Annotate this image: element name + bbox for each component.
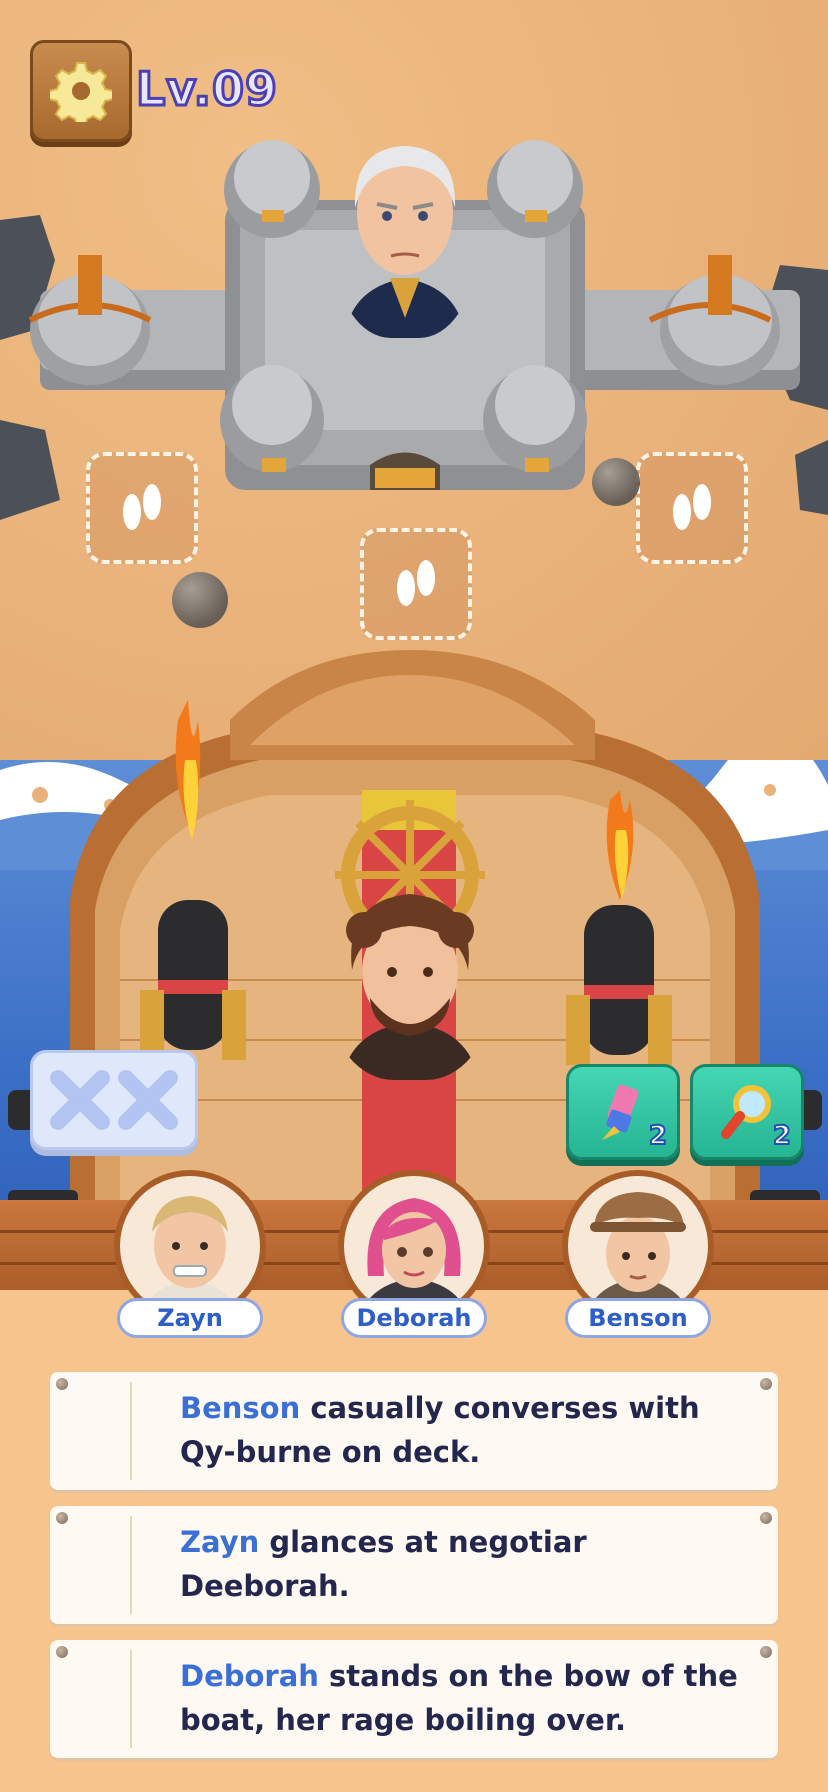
eraser-icon xyxy=(602,1084,639,1140)
character-benson[interactable]: Benson xyxy=(558,1170,718,1338)
cross-mark-icon xyxy=(50,1070,110,1130)
magnifier-icon xyxy=(721,1085,771,1139)
settings-button[interactable] xyxy=(30,40,132,142)
game-scene: Lv.09 2 2 Zayn Deborah Benson Benson cas… xyxy=(0,0,828,1792)
clue-character-name: Deborah xyxy=(180,1659,319,1693)
eraser-tool-button[interactable]: 2 xyxy=(566,1064,680,1160)
character-name: Zayn xyxy=(117,1298,263,1338)
footprint-tile-center[interactable] xyxy=(360,528,472,640)
character-deborah[interactable]: Deborah xyxy=(334,1170,494,1338)
clue-card: Zayn glances at negotiar Deeborah. xyxy=(50,1506,778,1624)
footprints-icon xyxy=(123,484,161,530)
cannonball xyxy=(172,572,228,628)
magnifier-tool-button[interactable]: 2 xyxy=(690,1064,804,1160)
gear-icon xyxy=(50,62,112,122)
footprints-icon xyxy=(673,484,711,530)
clue-card: Benson casually converses with Qy-burne … xyxy=(50,1372,778,1490)
enemy-king-portrait xyxy=(335,128,475,338)
level-indicator: Lv.09 xyxy=(134,61,279,118)
footprint-tile-left[interactable] xyxy=(86,452,198,564)
clue-character-name: Zayn xyxy=(180,1525,260,1559)
clue-character-name: Benson xyxy=(180,1391,301,1425)
wrong-answers-indicator xyxy=(30,1050,198,1150)
clue-text: Deborah stands on the bow of the boat, h… xyxy=(180,1659,738,1737)
footprint-tile-right[interactable] xyxy=(636,452,748,564)
cross-mark-icon xyxy=(118,1070,178,1130)
character-zayn[interactable]: Zayn xyxy=(110,1170,270,1338)
clue-text: Benson casually converses with Qy-burne … xyxy=(180,1391,700,1469)
player-captain-portrait xyxy=(330,880,490,1080)
tool-count: 2 xyxy=(648,1120,668,1152)
clue-card: Deborah stands on the bow of the boat, h… xyxy=(50,1640,778,1758)
character-name: Benson xyxy=(565,1298,711,1338)
character-name: Deborah xyxy=(341,1298,487,1338)
clue-text: Zayn glances at negotiar Deeborah. xyxy=(180,1525,587,1603)
cannonball xyxy=(592,458,640,506)
tool-count: 2 xyxy=(772,1120,792,1152)
footprints-icon xyxy=(397,560,435,606)
